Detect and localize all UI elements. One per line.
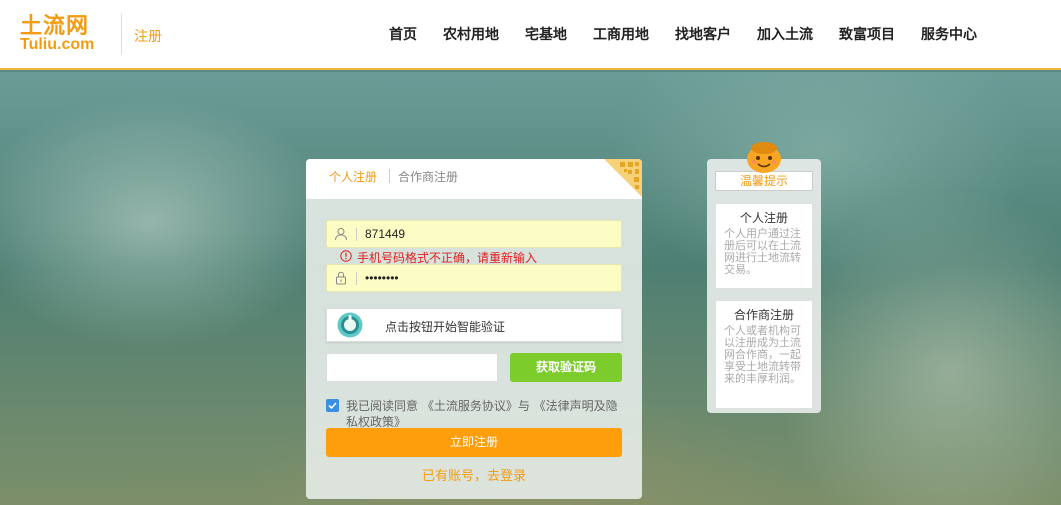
login-link[interactable]: 已有账号，去登录: [306, 465, 642, 484]
tip-title: 个人注册: [739, 211, 788, 225]
qr-code-corner-icon[interactable]: [604, 159, 642, 197]
tip-body: 个人或者机构可以注册成为土流网合作商，一起享受土地流转带来的丰厚利润。: [724, 324, 801, 385]
register-tabs: 个人注册 合作商注册: [306, 159, 642, 199]
get-code-button[interactable]: 获取验证码: [510, 353, 622, 382]
register-card: 个人注册 合作商注册 871449 手机号码格式不正确，请重新输入 ••••••…: [306, 159, 642, 499]
site-logo[interactable]: 土流网 Tuliu.com: [20, 8, 110, 58]
checkmark-icon: [328, 402, 337, 410]
mascot-face-icon: [747, 142, 781, 173]
nav-homestead[interactable]: 宅基地: [512, 24, 580, 46]
tab-personal-register[interactable]: 个人注册: [329, 168, 377, 185]
nav-service-center[interactable]: 服务中心: [908, 24, 990, 46]
register-submit-button[interactable]: 立即注册: [326, 428, 622, 457]
nav-projects[interactable]: 致富项目: [826, 24, 908, 46]
phone-value: 871449: [365, 227, 406, 241]
smart-captcha-button[interactable]: 点击按钮开始智能验证: [326, 308, 622, 342]
nav-commercial-land[interactable]: 工商用地: [580, 24, 662, 46]
sms-code-input[interactable]: [326, 353, 498, 382]
agreement-text[interactable]: 我已阅读同意 《土流服务协议》与 《法律声明及隐私权政策》: [346, 398, 622, 430]
page-title: 注册: [134, 29, 162, 45]
tab-divider: [389, 169, 390, 183]
logo-english: Tuliu.com: [20, 36, 95, 53]
agree-checkbox[interactable]: [326, 399, 339, 412]
tips-title: 温馨提示: [715, 171, 813, 191]
nav-find-clients[interactable]: 找地客户: [662, 24, 744, 46]
nav-rural-land[interactable]: 农村用地: [430, 24, 512, 46]
tip-card-partner: 合作商注册 个人或者机构可以注册成为土流网合作商，一起享受土地流转带来的丰厚利润…: [715, 300, 813, 409]
captcha-label: 点击按钮开始智能验证: [385, 320, 506, 334]
tip-title: 合作商注册: [733, 308, 794, 322]
field-divider: [356, 272, 357, 285]
main-nav: 首页 农村用地 宅基地 工商用地 找地客户 加入土流 致富项目 服务中心: [376, 24, 990, 46]
site-header: 土流网 Tuliu.com 注册 首页 农村用地 宅基地 工商用地 找地客户 加…: [0, 0, 1061, 70]
tip-card-personal: 个人注册 个人用户通过注册后可以在土流网进行土地流转交易。: [715, 203, 813, 289]
lock-icon: [336, 271, 346, 285]
nav-join[interactable]: 加入土流: [744, 24, 826, 46]
tip-body: 个人用户通过注册后可以在土流网进行土地流转交易。: [724, 227, 801, 276]
password-value: ••••••••: [365, 271, 399, 285]
tab-partner-register[interactable]: 合作商注册: [398, 168, 458, 185]
captcha-icon: [337, 312, 363, 338]
nav-home[interactable]: 首页: [376, 24, 430, 46]
warning-icon: [340, 250, 352, 262]
logo-divider: [121, 14, 122, 54]
user-icon: [335, 228, 347, 241]
phone-field[interactable]: 871449: [326, 220, 622, 248]
password-field[interactable]: ••••••••: [326, 264, 622, 292]
field-divider: [356, 228, 357, 241]
tips-panel: 温馨提示 个人注册 个人用户通过注册后可以在土流网进行土地流转交易。 合作商注册…: [707, 159, 821, 413]
